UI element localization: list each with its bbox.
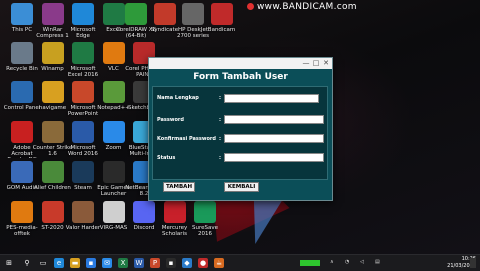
battery-indicator[interactable]	[300, 260, 320, 266]
record-icon	[247, 3, 254, 10]
chevron-up-icon[interactable]: ∧	[330, 259, 334, 265]
volume-icon[interactable]: ◁	[360, 259, 364, 265]
start-windows-icon[interactable]: ⊞	[4, 258, 14, 268]
close-button[interactable]: ✕	[321, 58, 331, 69]
word-icon	[72, 121, 94, 143]
language-icon[interactable]: ▤	[375, 259, 380, 265]
file-explorer-icon[interactable]: ▬	[70, 258, 80, 268]
excel-taskbar-icon[interactable]: X	[118, 258, 128, 268]
app-icon	[194, 201, 216, 223]
winamp-icon	[41, 42, 64, 64]
word-taskbar-icon[interactable]: W	[134, 258, 144, 268]
status-input[interactable]	[224, 153, 324, 162]
edge-icon	[72, 3, 94, 25]
computer-icon	[11, 3, 33, 25]
form-tambah-user-window[interactable]: — □ ✕ Form Tambah User Nama Lengkap : Pa…	[148, 57, 333, 201]
game-icon	[72, 201, 94, 223]
nama-lengkap-colon: :	[219, 95, 221, 101]
notepad-icon	[102, 81, 125, 103]
desktop: www.BANDICAM.com This PC WinRar Compress …	[0, 0, 480, 254]
notification-icon[interactable]	[470, 258, 476, 268]
search-icon[interactable]: ⚲	[22, 258, 32, 268]
form-panel: Nama Lengkap : Password : Konfirmasi Pas…	[152, 86, 328, 180]
taskbar: ⊞ ⚲ ▭ e ▬ ▪ ✉ X W P ▪ ◆ ● ☕ ∧ ◔ ◁ ▤ 10:2…	[0, 254, 480, 271]
desktop-shortcut-label: Bandicam	[207, 27, 236, 33]
discord-icon	[133, 201, 155, 223]
bandicam-icon	[210, 3, 233, 25]
game-icon	[163, 201, 186, 223]
app-taskbar-icon[interactable]: ▪	[166, 258, 176, 268]
cs-icon	[41, 121, 64, 143]
file-icon	[102, 201, 125, 223]
konfirmasi-password-label: Konfirmasi Password	[157, 136, 216, 142]
konfirmasi-password-input[interactable]	[224, 134, 324, 143]
alien-icon	[41, 161, 64, 183]
control-panel-icon	[11, 81, 33, 103]
excel-icon	[72, 42, 94, 64]
winrar-icon	[41, 3, 64, 25]
nama-lengkap-input[interactable]	[224, 94, 319, 103]
desktop-shortcut[interactable]: SureSave 2016	[185, 200, 225, 246]
status-colon: :	[219, 155, 221, 161]
powerpoint-icon	[72, 81, 94, 103]
nama-lengkap-label: Nama Lengkap	[157, 95, 199, 101]
game-icon	[41, 201, 64, 223]
desktop-shortcut-label: SureSave 2016	[191, 225, 218, 237]
java-taskbar-icon[interactable]: ☕	[214, 258, 224, 268]
gom-icon	[11, 161, 33, 183]
form-title: Form Tambah User	[193, 72, 288, 82]
acrobat-icon	[11, 121, 33, 143]
tambah-button[interactable]: TAMBAH	[163, 182, 195, 192]
password-colon: :	[219, 117, 221, 123]
bandicam-taskbar-icon[interactable]: ●	[198, 258, 208, 268]
mail-icon[interactable]: ✉	[102, 258, 112, 268]
epic-icon	[102, 161, 125, 183]
zoom-icon	[102, 121, 125, 143]
window-titlebar[interactable]: — □ ✕	[149, 58, 332, 69]
maximize-button[interactable]: □	[311, 58, 321, 69]
store-icon[interactable]: ▪	[86, 258, 96, 268]
desktop-shortcut[interactable]: Bandicam	[202, 2, 242, 48]
konfirmasi-password-colon: :	[219, 136, 221, 142]
kembali-button[interactable]: KEMBALI	[224, 182, 259, 192]
status-label: Status	[157, 155, 176, 161]
netbeans-taskbar-icon[interactable]: ◆	[182, 258, 192, 268]
folder-icon	[41, 81, 64, 103]
minimize-button[interactable]: —	[301, 58, 311, 69]
password-input[interactable]	[224, 115, 324, 124]
recycle-bin-icon	[11, 42, 33, 64]
task-view-icon[interactable]: ▭	[38, 258, 48, 268]
vlc-icon	[11, 201, 33, 223]
vlc-icon	[102, 42, 125, 64]
steam-icon	[72, 161, 94, 183]
edge-taskbar-icon[interactable]: e	[54, 258, 64, 268]
password-label: Password	[157, 117, 184, 123]
network-icon[interactable]: ◔	[345, 259, 349, 265]
bandicam-watermark: www.BANDICAM.com	[247, 2, 357, 12]
powerpoint-taskbar-icon[interactable]: P	[150, 258, 160, 268]
watermark-label: www.BANDICAM.com	[257, 2, 357, 12]
